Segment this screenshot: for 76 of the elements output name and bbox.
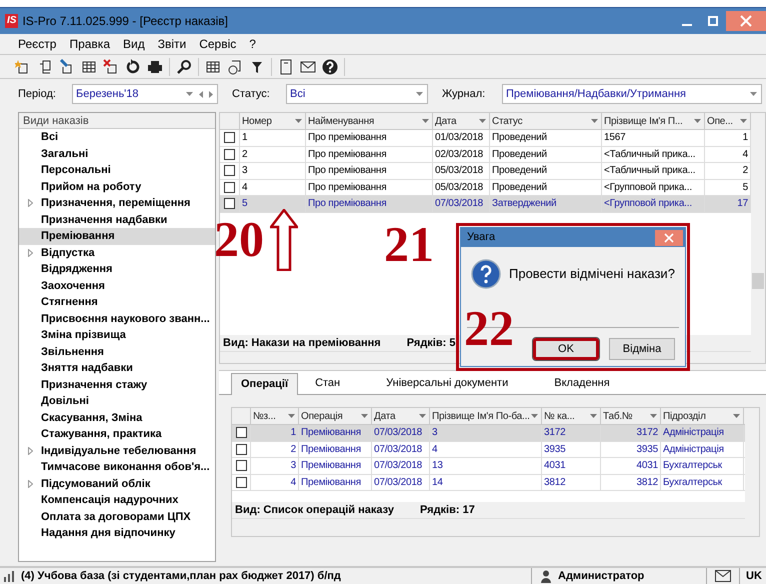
window-title: IS-Pro 7.11.025.999 - [Реєстр наказів]: [22, 13, 228, 30]
dialog-title: Увага: [467, 230, 496, 246]
table-cell-text: Адміністрація: [663, 426, 724, 440]
view-label: Вид: Накази на премiювання: [223, 336, 381, 351]
table-cell-text: Бухгалтерськ: [663, 476, 722, 490]
table-cell-text: Затверджений: [492, 197, 556, 212]
table-cell-text: 4: [432, 442, 438, 457]
language-indicator: UK: [746, 568, 762, 584]
table-cell-text: 5: [742, 180, 748, 195]
table-cell-text: 3812: [636, 476, 658, 490]
table-cell-text: 4: [290, 476, 296, 490]
table-cell-text: 2: [742, 164, 748, 178]
table-cell-text: 14: [432, 476, 443, 490]
table-cell-text: 05/03/2018: [435, 164, 484, 178]
table-cell-text: 1: [742, 131, 748, 146]
table-cell-text: Про премiювання: [308, 148, 386, 162]
table-cell-text: Премiювання: [301, 426, 361, 440]
table-cell-text: 3172: [544, 426, 566, 440]
app-logo: IS: [5, 14, 18, 28]
table-cell-text: <Групповой прика...: [604, 197, 692, 212]
field-label: Період:: [18, 86, 57, 102]
row-count: Рядків: 5: [406, 336, 456, 351]
table-cell-text: 3935: [636, 442, 658, 457]
table-cell-text: 07/03/2018: [374, 442, 422, 457]
table-cell-text: Проведений: [492, 148, 547, 162]
table-cell-text: 5: [242, 197, 248, 212]
table-cell-text: Проведений: [492, 164, 547, 178]
field-label: Журнал:: [442, 86, 486, 102]
panel-header: Види наказів: [19, 113, 215, 129]
row-count: Рядків: 17: [420, 502, 475, 518]
table-cell-text: 3935: [544, 442, 566, 457]
table-cell-text: 4031: [636, 459, 658, 474]
table-cell-text: Про премiювання: [308, 164, 386, 178]
table-cell-text: Про премiювання: [308, 131, 386, 146]
table-cell-text: Бухгалтерськ: [663, 459, 722, 474]
dialog-message: Провести відмічені накази?: [509, 265, 675, 284]
step-number: 20: [214, 213, 264, 265]
table-cell-text: 07/03/2018: [374, 476, 422, 490]
database-name: (4) Учбова база (зі студентами,план рах бюджет 2017) б/пд: [21, 568, 342, 584]
table-cell-text: 1: [242, 131, 248, 146]
table-cell-text: Проведений: [492, 131, 547, 146]
table-cell-text: 07/03/2018: [374, 426, 422, 440]
table-cell-text: 1567: [604, 131, 626, 146]
table-cell-text: 07/03/2018: [374, 459, 422, 474]
table-cell-text: 3172: [636, 426, 658, 440]
table-cell-text: 13: [432, 459, 443, 474]
table-cell-text: 3: [242, 164, 248, 178]
table-cell-text: 4: [242, 180, 248, 195]
table-cell-text: 4031: [544, 459, 566, 474]
table-cell-text: <Табличный прика...: [604, 164, 696, 178]
table-cell-text: Премiювання: [301, 442, 361, 457]
table-cell-text: 3: [432, 426, 438, 440]
table-cell-text: Премiювання: [301, 459, 361, 474]
table-cell-text: 3: [290, 459, 296, 474]
step-number: 21: [384, 218, 434, 270]
table-cell-text: 17: [737, 197, 748, 212]
table-cell-text: <Групповой прика...: [604, 180, 692, 195]
table-cell-text: 05/03/2018: [435, 180, 484, 195]
step-number: 22: [464, 302, 514, 354]
table-cell-text: Адміністрація: [663, 442, 724, 457]
table-cell-text: 01/03/2018: [435, 131, 484, 146]
table-cell-text: 2: [290, 442, 296, 457]
table-cell-text: 1: [290, 426, 296, 440]
table-cell-text: 07/03/2018: [435, 197, 484, 212]
table-cell-text: Проведений: [492, 180, 547, 195]
table-cell-text: Про премiювання: [308, 180, 386, 195]
table-cell-text: 2: [242, 148, 248, 162]
table-cell-text: Премiювання: [301, 476, 361, 490]
table-cell-text: 02/03/2018: [435, 148, 484, 162]
view-label: Вид: Список операцій наказу: [235, 502, 394, 518]
table-cell-text: Про премiювання: [308, 197, 386, 212]
user-name: Администратор: [558, 568, 646, 584]
table-cell-text: 4: [742, 148, 748, 162]
field-label: Статус:: [232, 86, 271, 102]
table-cell-text: <Табличный прика...: [604, 148, 696, 162]
table-cell-text: 3812: [544, 476, 566, 490]
